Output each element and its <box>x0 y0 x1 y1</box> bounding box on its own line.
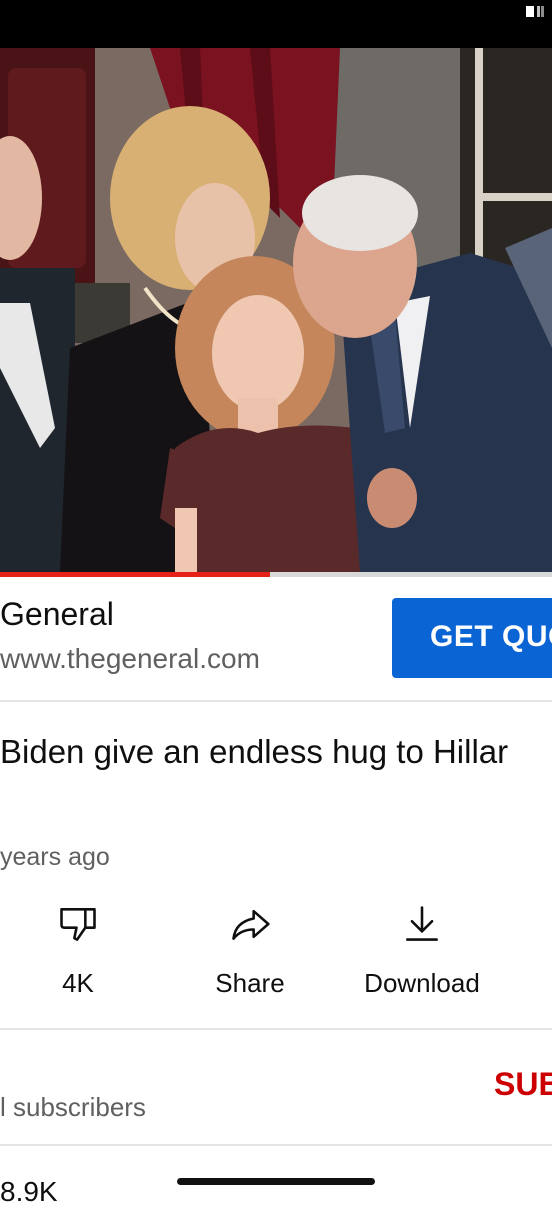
video-progress-fill <box>0 572 271 577</box>
status-bar <box>0 0 552 48</box>
dislike-count: 4K <box>62 968 94 998</box>
divider <box>0 700 552 702</box>
battery-icon <box>526 6 544 17</box>
dislike-button[interactable]: 4K <box>8 902 148 999</box>
subscribe-button[interactable]: SUB <box>494 1066 552 1103</box>
divider <box>0 1144 552 1146</box>
download-button[interactable]: Download <box>352 902 492 999</box>
dislike-icon <box>60 908 96 941</box>
video-frame-image <box>0 48 552 572</box>
video-progress-bar[interactable] <box>0 572 552 577</box>
comments-count[interactable]: 8.9K <box>0 1176 58 1208</box>
video-player[interactable] <box>0 48 552 572</box>
share-label: Share <box>215 968 285 998</box>
ad-url[interactable]: www.thegeneral.com <box>0 643 260 675</box>
download-label: Download <box>364 968 480 998</box>
get-quote-label: GET QUO <box>430 620 552 653</box>
home-indicator[interactable] <box>177 1178 375 1185</box>
video-title[interactable]: Biden give an endless hug to Hillar <box>0 733 508 771</box>
ad-advertiser-name[interactable]: General <box>0 596 114 633</box>
divider <box>0 1028 552 1030</box>
video-meta: years ago <box>0 843 110 871</box>
get-quote-button[interactable]: GET QUO <box>392 598 552 678</box>
share-icon <box>232 909 270 940</box>
share-button[interactable]: Share <box>180 902 320 999</box>
download-icon <box>406 906 438 941</box>
subscriber-count: l subscribers <box>0 1092 146 1122</box>
